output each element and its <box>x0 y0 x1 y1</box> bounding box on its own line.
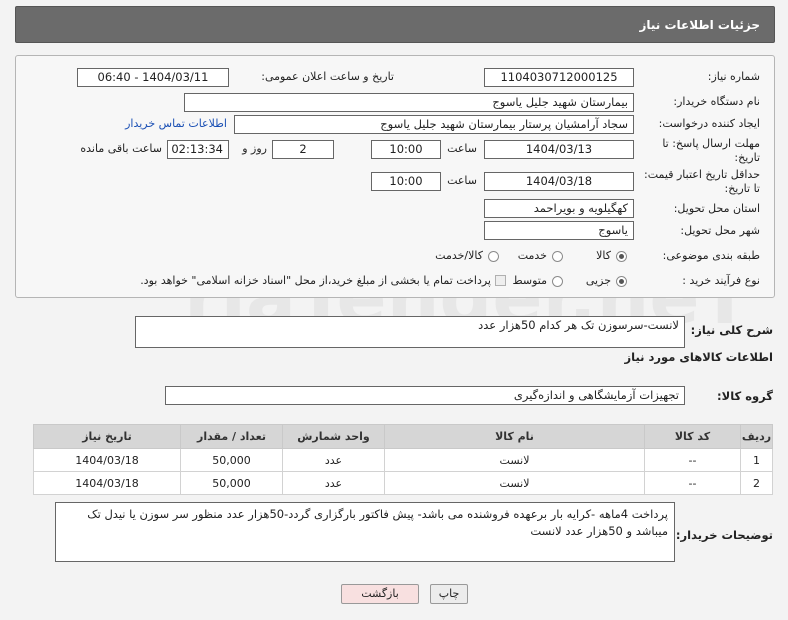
price-time-field[interactable]: 10:00 <box>371 172 441 191</box>
goods-group-field[interactable]: تجهیزات آزمایشگاهی و اندازه‌گیری <box>165 386 685 405</box>
back-button[interactable]: بازگشت <box>341 584 419 604</box>
print-button[interactable]: چاپ <box>430 584 468 604</box>
category-option-goods-service: کالا/خدمت <box>435 249 483 262</box>
goods-table-container: ردیف کد کالا نام کالا واحد شمارش تعداد /… <box>33 424 773 495</box>
cell-unit: عدد <box>282 471 385 495</box>
days-field[interactable]: 2 <box>272 140 334 159</box>
cell-name: لانست <box>384 448 645 472</box>
cell-code: -- <box>644 471 741 495</box>
deadline-label-2: تاریخ: <box>734 151 760 164</box>
buyer-org-field[interactable]: بیمارستان شهید جلیل یاسوج <box>184 93 634 112</box>
price-validity-label-2: تا تاریخ: <box>724 182 760 195</box>
price-time-label: ساعت <box>447 174 477 187</box>
deadline-time-field[interactable]: 10:00 <box>371 140 441 159</box>
category-option-service: خدمت <box>517 249 547 262</box>
need-number-field[interactable]: 1104030712000125 <box>484 68 634 87</box>
table-header-row: ردیف کد کالا نام کالا واحد شمارش تعداد /… <box>33 424 773 449</box>
process-option-minor: جزیی <box>585 274 611 287</box>
col-name-header: نام کالا <box>384 424 645 449</box>
table-row[interactable]: 2 -- لانست عدد 50,000 1404/03/18 <box>33 471 773 495</box>
col-qty-header: تعداد / مقدار <box>180 424 283 449</box>
cell-date: 1404/03/18 <box>33 471 181 495</box>
need-number-label: شماره نیاز: <box>707 70 760 83</box>
cell-unit: عدد <box>282 448 385 472</box>
col-row-header: ردیف <box>740 424 773 449</box>
treasury-payment-checkbox[interactable] <box>495 275 506 286</box>
remaining-time-field[interactable]: 02:13:34 <box>167 140 229 159</box>
col-code-header: کد کالا <box>644 424 741 449</box>
creator-field[interactable]: سجاد آرامشیان پرستار بیمارستان شهید جلیل… <box>234 115 634 134</box>
process-radio-medium[interactable] <box>552 276 563 287</box>
cell-row: 1 <box>740 448 773 472</box>
announce-label: تاریخ و ساعت اعلان عمومی: <box>261 70 394 83</box>
category-label: طبقه بندی موضوعی: <box>662 249 760 262</box>
description-label: شرح کلی نیاز: <box>690 323 773 337</box>
province-label: استان محل تحویل: <box>673 202 760 215</box>
goods-group-label: گروه کالا: <box>717 389 773 403</box>
cell-date: 1404/03/18 <box>33 448 181 472</box>
buyer-notes-label: توضیحات خریدار: <box>675 528 773 542</box>
city-field[interactable]: یاسوج <box>484 221 634 240</box>
announce-field[interactable]: 1404/03/11 - 06:40 <box>77 68 229 87</box>
province-field[interactable]: کهگیلویه و بویراحمد <box>484 199 634 218</box>
city-label: شهر محل تحویل: <box>680 224 760 237</box>
col-date-header: تاریخ نیاز <box>33 424 181 449</box>
cell-qty: 50,000 <box>180 448 283 472</box>
cell-row: 2 <box>740 471 773 495</box>
buyer-notes-field[interactable]: پرداخت 4ماهه -کرایه بار برعهده فروشنده م… <box>55 502 675 562</box>
page-title: جزئیات اطلاعات نیاز <box>639 18 760 32</box>
details-panel: شماره نیاز: 1104030712000125 تاریخ و ساع… <box>15 55 775 298</box>
description-field[interactable]: لانست-سرسوزن تک هر کدام 50هزار عدد <box>135 316 685 348</box>
category-radio-service[interactable] <box>552 251 563 262</box>
remaining-label: ساعت باقی مانده <box>80 142 162 155</box>
cell-qty: 50,000 <box>180 471 283 495</box>
goods-table: ردیف کد کالا نام کالا واحد شمارش تعداد /… <box>33 424 773 495</box>
goods-section-title: اطلاعات کالاهای مورد نیاز <box>624 350 773 364</box>
buyer-org-label: نام دستگاه خریدار: <box>673 95 760 108</box>
deadline-date-field[interactable]: 1404/03/13 <box>484 140 634 159</box>
cell-name: لانست <box>384 471 645 495</box>
page-header: جزئیات اطلاعات نیاز <box>15 6 775 43</box>
table-row[interactable]: 1 -- لانست عدد 50,000 1404/03/18 <box>33 448 773 472</box>
deadline-time-label: ساعت <box>447 142 477 155</box>
category-radio-goods[interactable] <box>616 251 627 262</box>
process-label: نوع فرآیند خرید : <box>682 274 760 287</box>
contact-info-link[interactable]: اطلاعات تماس خریدار <box>125 115 227 133</box>
days-label: روز و <box>242 142 267 155</box>
price-date-field[interactable]: 1404/03/18 <box>484 172 634 191</box>
treasury-payment-note: پرداخت تمام یا بخشی از مبلغ خرید،از محل … <box>140 274 491 287</box>
col-unit-header: واحد شمارش <box>282 424 385 449</box>
cell-code: -- <box>644 448 741 472</box>
process-radio-minor[interactable] <box>616 276 627 287</box>
category-option-goods: کالا <box>596 249 611 262</box>
category-radio-goods-service[interactable] <box>488 251 499 262</box>
creator-label: ایجاد کننده درخواست: <box>658 117 760 130</box>
process-option-medium: متوسط <box>512 274 547 287</box>
